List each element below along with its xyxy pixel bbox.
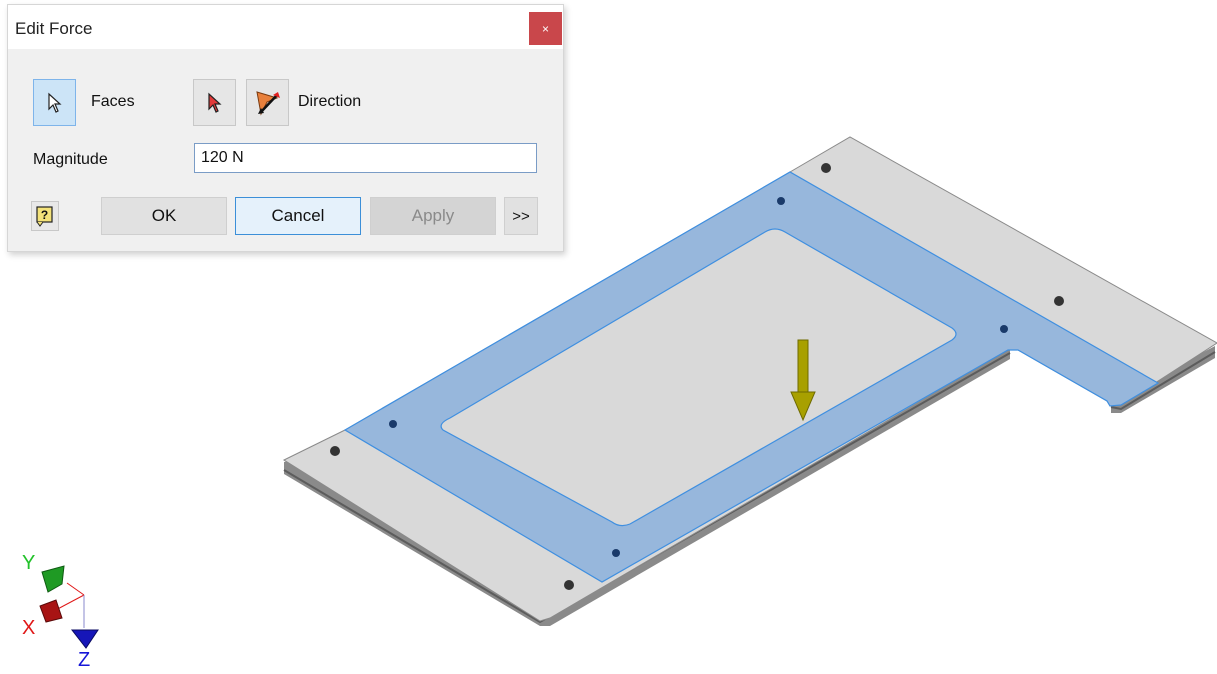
z-axis-cone — [70, 629, 99, 649]
x-axis-label: X — [22, 617, 36, 639]
hole — [612, 549, 620, 557]
flip-direction-icon — [255, 90, 280, 116]
ok-button[interactable]: OK — [101, 197, 227, 235]
direction-label: Direction — [298, 93, 362, 110]
red-cursor-arrow-icon — [207, 92, 222, 113]
hole — [389, 420, 397, 428]
flip-direction-button[interactable] — [246, 79, 289, 126]
dialog-titlebar[interactable]: Edit Force × — [8, 5, 563, 49]
hole — [330, 446, 340, 456]
y-axis-label: Y — [22, 552, 36, 574]
x-axis-cone — [39, 599, 63, 623]
hole — [821, 163, 831, 173]
help-question-icon: ? — [36, 206, 53, 227]
svg-text:?: ? — [41, 208, 48, 222]
coordinate-triad — [39, 565, 99, 649]
more-options-button[interactable]: >> — [504, 197, 538, 235]
direction-select-button[interactable] — [193, 79, 236, 126]
magnitude-input[interactable] — [194, 143, 537, 173]
hole — [777, 197, 785, 205]
help-button[interactable]: ? — [31, 201, 59, 231]
hole — [564, 580, 574, 590]
close-icon: × — [541, 21, 549, 36]
magnitude-label: Magnitude — [33, 151, 108, 168]
apply-button[interactable]: Apply — [370, 197, 496, 235]
close-button[interactable]: × — [529, 12, 562, 45]
faces-select-button[interactable] — [33, 79, 76, 126]
y-axis-cone — [41, 565, 65, 593]
dialog-title: Edit Force — [15, 19, 93, 38]
edit-force-dialog: Edit Force × Faces Direction Magnitude 1… — [7, 4, 564, 252]
hole — [1054, 296, 1064, 306]
z-axis-label: Z — [78, 649, 91, 671]
hole — [1000, 325, 1008, 333]
faces-label: Faces — [91, 93, 135, 110]
cancel-button[interactable]: Cancel — [235, 197, 361, 235]
cursor-arrow-icon — [47, 92, 62, 113]
